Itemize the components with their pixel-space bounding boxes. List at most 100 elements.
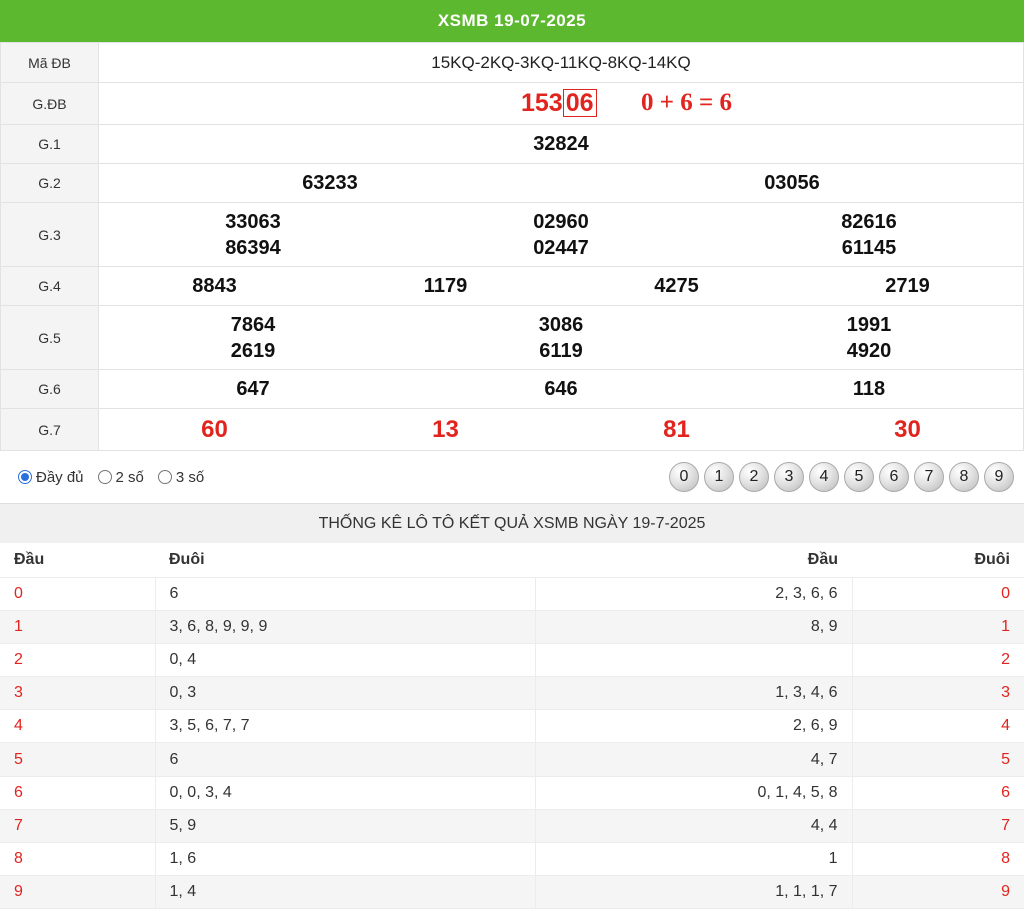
prize-number: 81 xyxy=(663,415,690,443)
prize-number: 2719 xyxy=(885,275,930,297)
prize-number: 02447 xyxy=(533,236,589,259)
tail-digit: 8 xyxy=(851,842,1024,877)
digit-filter-group: 0 1 2 3 4 5 6 7 8 9 xyxy=(669,462,1014,492)
head-digit: 9 xyxy=(0,875,155,910)
row-g4: G.4 8843 1179 4275 2719 xyxy=(0,266,1024,306)
prize-number: 647 xyxy=(236,378,270,400)
stats-title: THỐNG KÊ LÔ TÔ KẾT QUẢ XSMB NGÀY 19-7-20… xyxy=(0,503,1024,543)
stats-header-row: Đầu Đuôi Đầu Đuôi xyxy=(0,543,1024,578)
col-header-duoi: Đuôi xyxy=(852,543,1024,578)
prize-number: 30 xyxy=(894,415,921,443)
digit-ball-7[interactable]: 7 xyxy=(914,462,944,492)
digit-ball-0[interactable]: 0 xyxy=(669,462,699,492)
row-g2: G.2 63233 03056 xyxy=(0,163,1024,203)
row-g3: G.3 33063 86394 02960 02447 82616 61145 xyxy=(0,202,1024,267)
head-digit: 0 xyxy=(0,577,155,611)
head-list: 2, 3, 6, 6 xyxy=(534,577,852,611)
radio-label: Đầy đủ xyxy=(36,468,84,486)
radio-2-digits[interactable]: 2 số xyxy=(97,468,144,486)
prize-number: 2619 xyxy=(230,339,276,362)
table-row: 6 0, 0, 3, 4 0, 1, 4, 5, 8 6 xyxy=(0,776,1024,810)
tail-digit: 7 xyxy=(851,809,1024,844)
head-list: 4, 4 xyxy=(534,809,852,844)
tail-list: 0, 3 xyxy=(154,676,535,711)
prize-number: 646 xyxy=(544,378,578,400)
page-title: XSMB 19-07-2025 xyxy=(437,11,587,30)
radio-unselected-icon[interactable] xyxy=(97,470,112,484)
tail-digit: 3 xyxy=(851,676,1024,711)
label-ma-db: Mã ĐB xyxy=(0,42,99,83)
head-list: 1 xyxy=(534,842,852,877)
special-prize-last-two: 06 xyxy=(562,89,597,117)
digit-ball-2[interactable]: 2 xyxy=(739,462,769,492)
radio-selected-icon[interactable] xyxy=(18,470,32,484)
prize-number: 82616 xyxy=(841,210,897,233)
row-g6: G.6 647 646 118 xyxy=(0,369,1024,409)
display-mode-group: Đầy đủ 2 số 3 số xyxy=(18,469,204,486)
head-digit: 7 xyxy=(0,809,155,844)
table-row: 4 3, 5, 6, 7, 7 2, 6, 9 4 xyxy=(0,709,1024,744)
digit-ball-1[interactable]: 1 xyxy=(704,462,734,492)
tail-list: 6 xyxy=(154,577,535,611)
label-g3: G.3 xyxy=(0,202,99,267)
digit-ball-9[interactable]: 9 xyxy=(984,462,1014,492)
digit-ball-5[interactable]: 5 xyxy=(844,462,874,492)
head-digit: 5 xyxy=(0,742,155,777)
special-prize-prefix: 153 xyxy=(521,89,563,117)
row-ma-db: Mã ĐB 15KQ-2KQ-3KQ-11KQ-8KQ-14KQ xyxy=(0,42,1024,83)
head-digit: 1 xyxy=(0,610,155,644)
digit-ball-6[interactable]: 6 xyxy=(879,462,909,492)
tail-list: 3, 5, 6, 7, 7 xyxy=(154,709,535,744)
tail-digit: 9 xyxy=(851,875,1024,910)
prize-number: 02960 xyxy=(533,210,589,233)
prize-number: 4920 xyxy=(846,339,892,362)
prize-number: 7864 xyxy=(230,313,276,336)
digit-ball-4[interactable]: 4 xyxy=(809,462,839,492)
radio-label: 2 số xyxy=(115,468,144,486)
label-g6: G.6 xyxy=(0,369,99,409)
head-digit: 3 xyxy=(0,676,155,711)
prize-number: 8843 xyxy=(192,275,237,297)
head-list: 4, 7 xyxy=(534,742,852,777)
prize-number: 118 xyxy=(852,378,886,400)
prize-number: 60 xyxy=(201,415,228,443)
tail-digit: 0 xyxy=(851,577,1024,611)
head-list: 1, 1, 1, 7 xyxy=(534,875,852,910)
prize-number: 03056 xyxy=(764,172,820,194)
label-g4: G.4 xyxy=(0,266,99,306)
table-row: 7 5, 9 4, 4 7 xyxy=(0,809,1024,844)
digit-ball-8[interactable]: 8 xyxy=(949,462,979,492)
label-g1: G.1 xyxy=(0,124,99,164)
radio-3-digits[interactable]: 3 số xyxy=(157,469,204,486)
ma-db-value: 15KQ-2KQ-3KQ-11KQ-8KQ-14KQ xyxy=(98,42,1024,83)
tail-list: 3, 6, 8, 9, 9, 9 xyxy=(154,610,535,644)
head-list: 2, 6, 9 xyxy=(534,709,852,744)
head-list: 8, 9 xyxy=(534,610,852,644)
tail-list: 1, 6 xyxy=(154,842,535,877)
loto-stats-table: Đầu Đuôi Đầu Đuôi 0 6 2, 3, 6, 6 0 1 3, … xyxy=(0,543,1024,910)
col-header-dau: Đầu xyxy=(535,543,852,578)
label-g-db: G.ĐB xyxy=(0,82,99,125)
tail-list: 0, 4 xyxy=(154,643,535,678)
head-list: 0, 1, 4, 5, 8 xyxy=(534,776,852,810)
radio-unselected-icon[interactable] xyxy=(157,470,172,484)
table-row: 3 0, 3 1, 3, 4, 6 3 xyxy=(0,676,1024,711)
digit-ball-3[interactable]: 3 xyxy=(774,462,804,492)
label-g2: G.2 xyxy=(0,163,99,203)
table-row: 2 0, 4 2 xyxy=(0,643,1024,678)
tail-list: 6 xyxy=(154,742,535,777)
col-header-duoi: Đuôi xyxy=(155,543,535,578)
head-list xyxy=(534,643,852,678)
tail-digit: 5 xyxy=(851,742,1024,777)
head-digit: 8 xyxy=(0,842,155,877)
results-table: Mã ĐB 15KQ-2KQ-3KQ-11KQ-8KQ-14KQ G.ĐB 15… xyxy=(0,42,1024,451)
tail-list: 5, 9 xyxy=(154,809,535,844)
head-digit: 2 xyxy=(0,643,155,678)
row-g5: G.5 7864 2619 3086 6119 1991 4920 xyxy=(0,305,1024,370)
prize-number: 33063 xyxy=(225,210,281,233)
table-row: 0 6 2, 3, 6, 6 0 xyxy=(0,577,1024,611)
tail-digit: 1 xyxy=(851,610,1024,644)
label-g7: G.7 xyxy=(0,408,99,451)
radio-full[interactable]: Đầy đủ xyxy=(18,469,84,486)
row-g1: G.1 32824 xyxy=(0,124,1024,164)
